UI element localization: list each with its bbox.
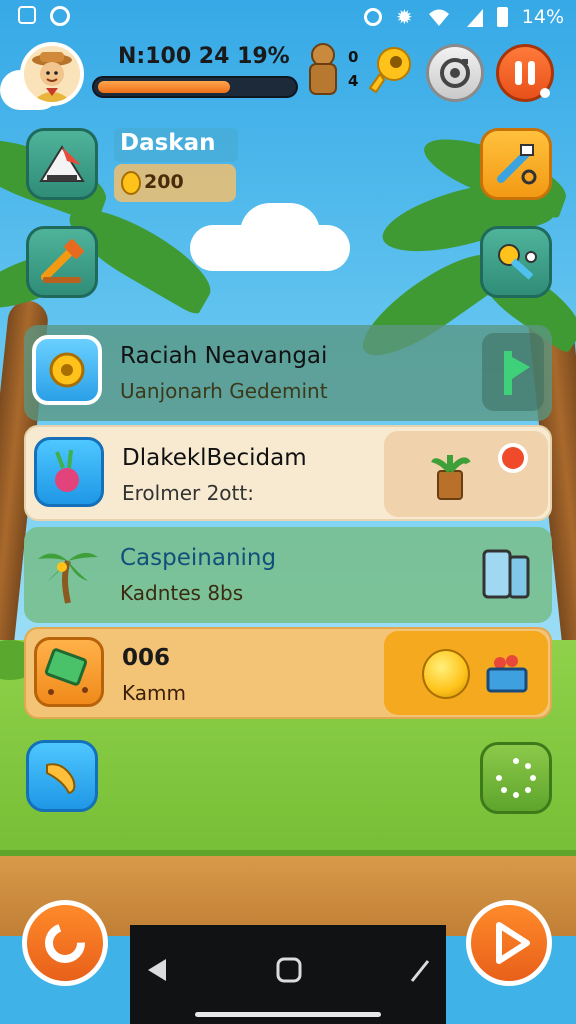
home-icon[interactable] bbox=[274, 955, 304, 985]
beet-icon bbox=[55, 449, 79, 492]
row-action-button[interactable] bbox=[482, 333, 544, 411]
row-icon-tile bbox=[34, 437, 104, 507]
status-bar: ✹ 14% bbox=[0, 0, 576, 36]
row-title: Raciah Neavangai bbox=[120, 343, 328, 369]
play-icon bbox=[496, 922, 530, 964]
potted-plant-icon bbox=[431, 455, 471, 500]
loading-button[interactable] bbox=[480, 742, 552, 814]
book-icon bbox=[44, 648, 88, 695]
square-outline-icon bbox=[18, 6, 36, 24]
row-icon-tile bbox=[34, 637, 104, 707]
row-icon-tile bbox=[32, 335, 102, 405]
player-name-tag: Daskan bbox=[114, 128, 238, 162]
tent-icon bbox=[39, 145, 85, 182]
cloud bbox=[240, 203, 320, 263]
player-avatar[interactable] bbox=[20, 42, 84, 106]
camera-button[interactable] bbox=[426, 44, 484, 102]
signal-icon bbox=[466, 9, 483, 27]
key-icon bbox=[368, 47, 411, 94]
battery-icon bbox=[496, 7, 508, 27]
row-subtitle: Kamm bbox=[122, 681, 186, 705]
gold-coin-icon bbox=[422, 649, 470, 699]
row-title: 006 bbox=[122, 645, 171, 671]
phones-icon[interactable] bbox=[480, 545, 532, 605]
camera-icon bbox=[440, 58, 470, 88]
row-subtitle: Erolmer 2ott: bbox=[122, 481, 254, 505]
refresh-button[interactable] bbox=[22, 900, 108, 986]
palm-icon bbox=[38, 552, 98, 604]
hud-stats-text: N:100 24 19% bbox=[118, 44, 290, 69]
heart-badge-icon bbox=[498, 443, 528, 473]
wifi-icon bbox=[428, 9, 449, 26]
hammer-icon bbox=[41, 239, 84, 283]
pause-button[interactable] bbox=[496, 44, 554, 102]
link-icon bbox=[50, 6, 70, 26]
pause-icon bbox=[515, 61, 550, 98]
gadget-icon bbox=[498, 244, 537, 280]
edit-icon[interactable] bbox=[408, 955, 432, 985]
list-item[interactable]: Caspeinaning Kadntes 8bs bbox=[24, 527, 552, 623]
player-hud: N:100 24 19% bbox=[20, 42, 298, 106]
resource-bottom-value: 4 bbox=[348, 72, 359, 90]
leaf-item-icon bbox=[46, 763, 76, 795]
experience-bar bbox=[92, 76, 298, 98]
resources-display: 0 4 bbox=[304, 42, 414, 98]
gear-icon bbox=[49, 352, 85, 388]
basket-icon bbox=[486, 655, 528, 693]
leaf-item-button[interactable] bbox=[26, 740, 98, 812]
flag-icon bbox=[504, 351, 530, 395]
system-nav-bar bbox=[130, 925, 446, 1024]
list-item[interactable]: Raciah Neavangai Uanjonarh Gedemint bbox=[24, 325, 552, 421]
statue-icon bbox=[309, 43, 337, 95]
player-name: Daskan bbox=[120, 130, 216, 156]
row-subtitle: Uanjonarh Gedemint bbox=[120, 379, 328, 403]
row-action-button[interactable] bbox=[384, 431, 548, 517]
play-button[interactable] bbox=[466, 900, 552, 986]
loading-icon bbox=[496, 758, 536, 798]
build-button[interactable] bbox=[26, 226, 98, 298]
gesture-bar bbox=[195, 1012, 381, 1017]
experience-bar-fill bbox=[98, 81, 230, 93]
resource-top-value: 0 bbox=[348, 48, 359, 66]
list-item[interactable]: 006 Kamm bbox=[24, 627, 552, 719]
row-subtitle: Kadntes 8bs bbox=[120, 581, 244, 605]
coin-icon bbox=[121, 171, 141, 195]
back-icon[interactable] bbox=[144, 955, 170, 985]
battery-percent: 14% bbox=[521, 6, 564, 28]
wrench-icon bbox=[497, 144, 537, 185]
refresh-icon bbox=[45, 923, 85, 963]
camp-button[interactable] bbox=[26, 128, 98, 200]
tools-button[interactable] bbox=[480, 128, 552, 200]
list-item[interactable]: DlakeklBecidam Erolmer 2ott: bbox=[24, 425, 552, 521]
row-action-button[interactable] bbox=[384, 631, 548, 715]
quest-list-panel: Raciah Neavangai Uanjonarh Gedemint Dlak… bbox=[24, 325, 552, 720]
coin-counter: 200 bbox=[114, 164, 236, 202]
gear-icon: ✹ bbox=[396, 5, 413, 29]
coin-amount: 200 bbox=[144, 171, 184, 193]
row-icon-tile bbox=[32, 537, 102, 607]
row-title: Caspeinaning bbox=[120, 545, 277, 571]
circle-icon bbox=[364, 8, 382, 26]
gadget-button[interactable] bbox=[480, 226, 552, 298]
row-title: DlakeklBecidam bbox=[122, 445, 307, 471]
